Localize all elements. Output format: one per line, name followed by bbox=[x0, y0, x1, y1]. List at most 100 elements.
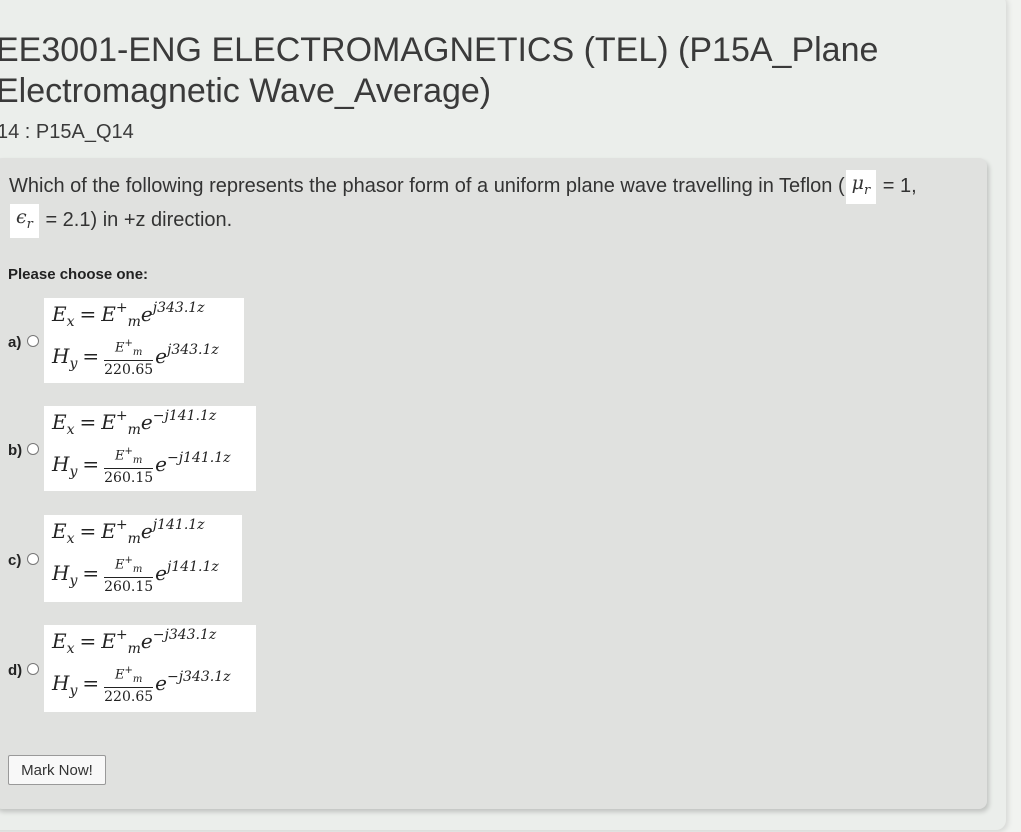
ex-exponent: j141.1z bbox=[152, 517, 205, 533]
option-radio[interactable] bbox=[27, 663, 39, 675]
epsilon-subscript: r bbox=[26, 216, 33, 232]
em-subscript: m bbox=[127, 531, 141, 547]
hy-exponent: −j343.1z bbox=[166, 668, 231, 685]
hy-exponent: j343.1z bbox=[166, 341, 219, 358]
em-subscript: m bbox=[127, 314, 141, 330]
page-title: EE3001-ENG ELECTROMAGNETICS (TEL) (P15A_… bbox=[0, 31, 879, 110]
question-text-part2: = 1, bbox=[882, 175, 917, 198]
option-equation: Ex = E+me−j343.1z Hy = E+m 220.65 e−j343.1z bbox=[44, 625, 256, 712]
option-radio[interactable] bbox=[27, 335, 39, 347]
fraction-denominator: 260.15 bbox=[104, 578, 154, 595]
hy-equation: Hy = E+m 260.15 ej141.1z bbox=[52, 553, 219, 596]
hy-equation: Hy = E+m 220.65 ej343.1z bbox=[52, 336, 219, 379]
fraction-numerator: E+m bbox=[104, 663, 154, 688]
option-radio[interactable] bbox=[27, 443, 39, 455]
mu-symbol: μr bbox=[845, 170, 877, 204]
ex-subscript: x bbox=[66, 422, 75, 438]
option-equation: Ex = E+mej343.1z Hy = E+m 220.65 ej343.1z bbox=[44, 298, 244, 383]
hy-exponential-base: e bbox=[155, 670, 167, 695]
numerator-superscript: + bbox=[124, 555, 133, 566]
hy-equals: = bbox=[82, 670, 100, 695]
hy-equals: = bbox=[82, 560, 100, 585]
ex-equation: Ex = E+me−j343.1z bbox=[52, 627, 217, 657]
fraction-denominator: 220.65 bbox=[104, 361, 154, 378]
ex-symbol: E bbox=[52, 519, 67, 543]
ex-exponent: −j141.1z bbox=[152, 408, 217, 424]
ex-exponential-base: e bbox=[140, 410, 153, 434]
hy-exponential-base: e bbox=[155, 560, 167, 585]
ex-exponent: −j343.1z bbox=[152, 627, 217, 643]
hy-symbol: H bbox=[52, 670, 70, 695]
hy-symbol: H bbox=[52, 451, 70, 476]
fraction-numerator: E+m bbox=[104, 336, 154, 361]
hy-symbol: H bbox=[52, 560, 70, 585]
ex-subscript: x bbox=[66, 641, 75, 657]
option-label: d) bbox=[8, 662, 23, 679]
em-superscript: + bbox=[115, 517, 128, 533]
fraction-numerator: E+m bbox=[104, 444, 154, 469]
impedance-fraction: E+m 260.15 bbox=[104, 553, 154, 596]
numerator-superscript: + bbox=[124, 446, 133, 457]
ex-equation: Ex = E+me−j141.1z bbox=[52, 408, 217, 438]
ex-equation: Ex = E+mej343.1z bbox=[52, 300, 205, 330]
ex-exponential-base: e bbox=[140, 302, 153, 326]
question-text-part1: Which of the following represents the ph… bbox=[9, 175, 845, 198]
question-text: Which of the following represents the ph… bbox=[9, 170, 994, 238]
em-symbol: E bbox=[101, 410, 116, 434]
impedance-fraction: E+m 260.15 bbox=[104, 444, 154, 487]
mark-now-button[interactable]: Mark Now! bbox=[8, 755, 106, 785]
hy-exponent: j141.1z bbox=[166, 558, 219, 575]
hy-equals: = bbox=[82, 343, 100, 368]
ex-symbol: E bbox=[52, 410, 67, 434]
numerator-subscript: m bbox=[132, 346, 143, 358]
ex-exponential-base: e bbox=[140, 519, 153, 543]
impedance-fraction: E+m 220.65 bbox=[104, 663, 154, 706]
hy-equation: Hy = E+m 260.15 e−j141.1z bbox=[52, 444, 231, 487]
ex-subscript: x bbox=[66, 314, 75, 330]
ex-symbol: E bbox=[52, 302, 67, 326]
fraction-numerator: E+m bbox=[104, 553, 154, 578]
ex-equals: = bbox=[79, 302, 97, 326]
ex-subscript: x bbox=[66, 531, 75, 547]
choose-prompt: Please choose one: bbox=[8, 266, 149, 283]
em-subscript: m bbox=[127, 641, 141, 657]
numerator-superscript: + bbox=[124, 338, 133, 349]
question-number: 14 : P15A_Q14 bbox=[0, 121, 134, 143]
ex-symbol: E bbox=[52, 629, 67, 653]
hy-symbol: H bbox=[52, 343, 70, 368]
option-label: c) bbox=[8, 552, 22, 569]
hy-exponential-base: e bbox=[155, 343, 167, 368]
ex-equals: = bbox=[79, 410, 97, 434]
epsilon-symbol: ϵr bbox=[10, 203, 39, 238]
numerator-superscript: + bbox=[124, 665, 133, 676]
hy-exponent: −j141.1z bbox=[166, 449, 231, 466]
ex-exponent: j343.1z bbox=[152, 300, 205, 316]
option-label: b) bbox=[8, 442, 23, 459]
mu-subscript: r bbox=[863, 182, 871, 198]
hy-equals: = bbox=[82, 451, 100, 476]
em-symbol: E bbox=[101, 302, 116, 326]
ex-exponential-base: e bbox=[140, 629, 153, 653]
em-superscript: + bbox=[115, 627, 128, 643]
numerator-subscript: m bbox=[132, 673, 143, 685]
numerator-subscript: m bbox=[132, 563, 143, 575]
ex-equation: Ex = E+mej141.1z bbox=[52, 517, 205, 547]
em-symbol: E bbox=[101, 519, 116, 543]
em-subscript: m bbox=[127, 422, 141, 438]
em-superscript: + bbox=[115, 408, 128, 424]
em-symbol: E bbox=[101, 629, 116, 653]
hy-exponential-base: e bbox=[155, 451, 167, 476]
fraction-denominator: 220.65 bbox=[104, 688, 154, 705]
option-label: a) bbox=[8, 334, 22, 351]
em-superscript: + bbox=[115, 300, 128, 316]
option-equation: Ex = E+me−j141.1z Hy = E+m 260.15 e−j141.1z bbox=[44, 406, 256, 491]
impedance-fraction: E+m 220.65 bbox=[104, 336, 154, 379]
fraction-denominator: 260.15 bbox=[104, 469, 154, 486]
mu-glyph: μ bbox=[851, 172, 864, 194]
option-equation: Ex = E+mej141.1z Hy = E+m 260.15 ej141.1z bbox=[44, 515, 242, 602]
ex-equals: = bbox=[79, 519, 97, 543]
epsilon-glyph: ϵ bbox=[16, 205, 27, 228]
question-text-part3: = 2.1) in +z direction. bbox=[45, 208, 233, 231]
numerator-subscript: m bbox=[132, 454, 143, 466]
option-radio[interactable] bbox=[27, 553, 39, 565]
